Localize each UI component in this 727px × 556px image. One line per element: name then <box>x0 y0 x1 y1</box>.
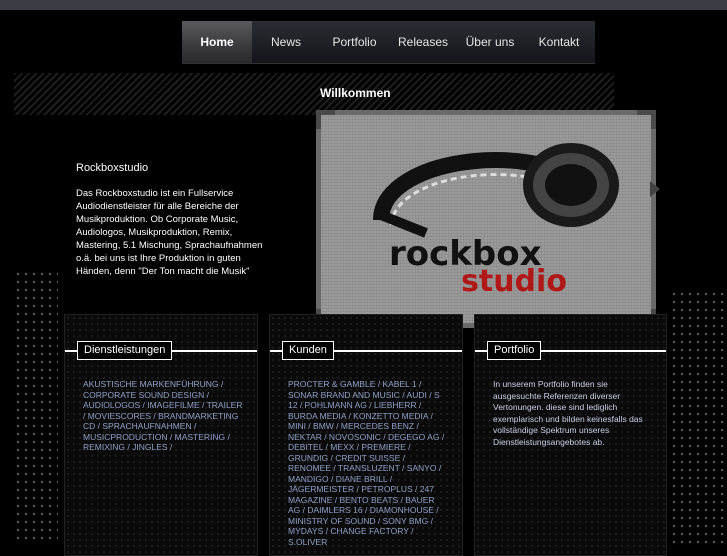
nav-releases[interactable]: Releases <box>389 21 457 63</box>
rockbox-studio-logo: rockbox studio <box>373 143 619 299</box>
nav-news[interactable]: News <box>252 21 320 63</box>
chevron-right-icon[interactable] <box>650 181 660 197</box>
portfolio-column: Portfolio In unserem Portfolio finden si… <box>474 314 667 556</box>
clients-list[interactable]: PROCTER & GAMBLE / KABEL 1 / SONAR BRAND… <box>288 379 448 547</box>
intro-title: Rockboxstudio <box>76 162 149 174</box>
nav-kontakt[interactable]: Kontakt <box>523 21 595 63</box>
logo-slideshow[interactable]: rockbox studio <box>316 110 656 328</box>
clients-column: Kunden PROCTER & GAMBLE / KABEL 1 / SONA… <box>269 314 463 556</box>
headphones-icon <box>373 143 619 238</box>
services-list[interactable]: AKUSTISCHE MARKENFÜHRUNG / CORPORATE SOU… <box>83 379 243 453</box>
dot-pattern <box>14 270 58 545</box>
nav-ueber-uns[interactable]: Über uns <box>457 21 523 63</box>
top-bar <box>0 0 727 10</box>
clients-label: Kunden <box>282 341 334 360</box>
portfolio-label: Portfolio <box>487 341 542 360</box>
main-nav: Home News Portfolio Releases Über uns Ko… <box>182 21 595 63</box>
services-column: Dienstleistungen AKUSTISCHE MARKENFÜHRUN… <box>64 314 258 556</box>
intro-text: Das Rockboxstudio ist ein Fullservice Au… <box>76 188 263 277</box>
nav-portfolio[interactable]: Portfolio <box>320 21 389 63</box>
logo-word-studio: studio <box>461 264 567 299</box>
decorative-stripe <box>14 73 614 115</box>
dot-pattern <box>670 290 727 545</box>
services-label: Dienstleistungen <box>77 341 173 360</box>
page-title: Willkommen <box>320 86 391 100</box>
nav-home[interactable]: Home <box>182 21 252 63</box>
portfolio-text: In unserem Portfolio finden sie ausgesuc… <box>493 379 643 447</box>
